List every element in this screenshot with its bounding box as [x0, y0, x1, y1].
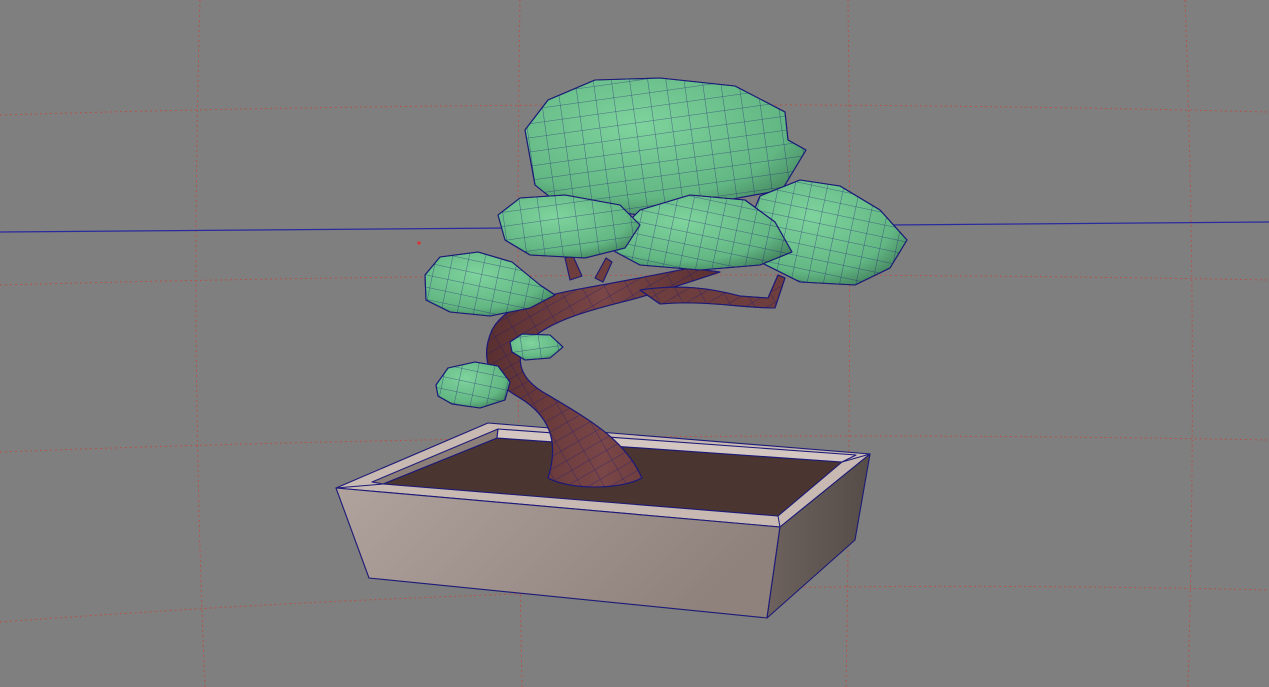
3d-viewport[interactable]: [0, 0, 1269, 687]
foliage-left-pad[interactable]: [497, 194, 641, 259]
viewport-scene[interactable]: [0, 0, 1269, 687]
foliage-small-pad[interactable]: [509, 333, 564, 361]
pivot-marker: [417, 241, 421, 245]
foliage-low-pad[interactable]: [435, 361, 511, 409]
